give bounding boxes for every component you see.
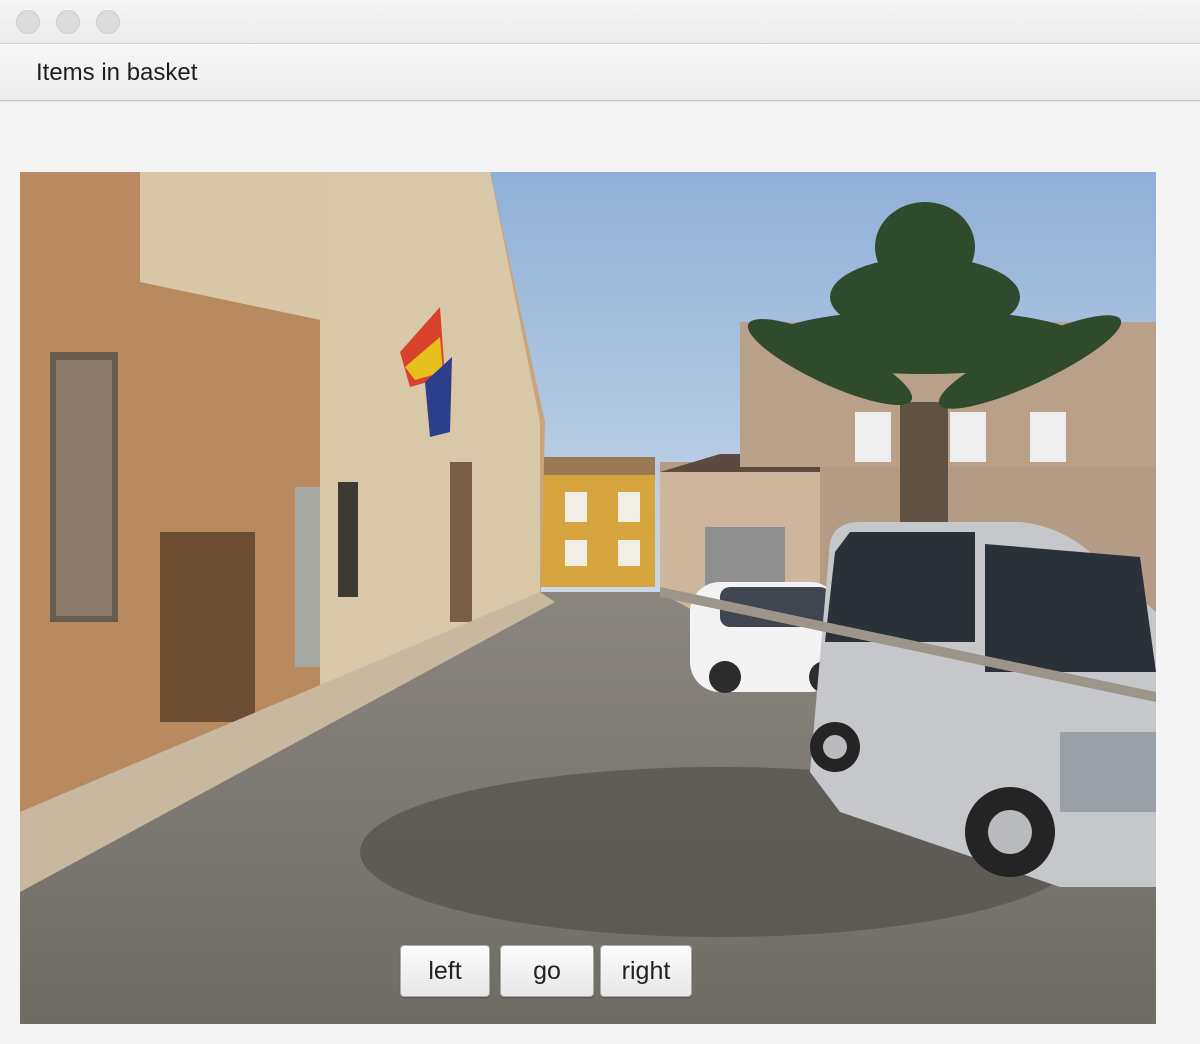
street-scene-illustration xyxy=(20,172,1156,1024)
minimize-window-button[interactable] xyxy=(56,10,80,34)
window-titlebar xyxy=(0,0,1200,44)
page-title: Items in basket xyxy=(36,59,198,86)
close-window-button[interactable] xyxy=(16,10,40,34)
right-button[interactable]: right xyxy=(600,945,692,997)
zoom-window-button[interactable] xyxy=(96,10,120,34)
left-button[interactable]: left xyxy=(400,945,490,997)
header-bar: Items in basket xyxy=(0,44,1200,101)
street-photo-image xyxy=(20,172,1156,1024)
go-button[interactable]: go xyxy=(500,945,594,997)
